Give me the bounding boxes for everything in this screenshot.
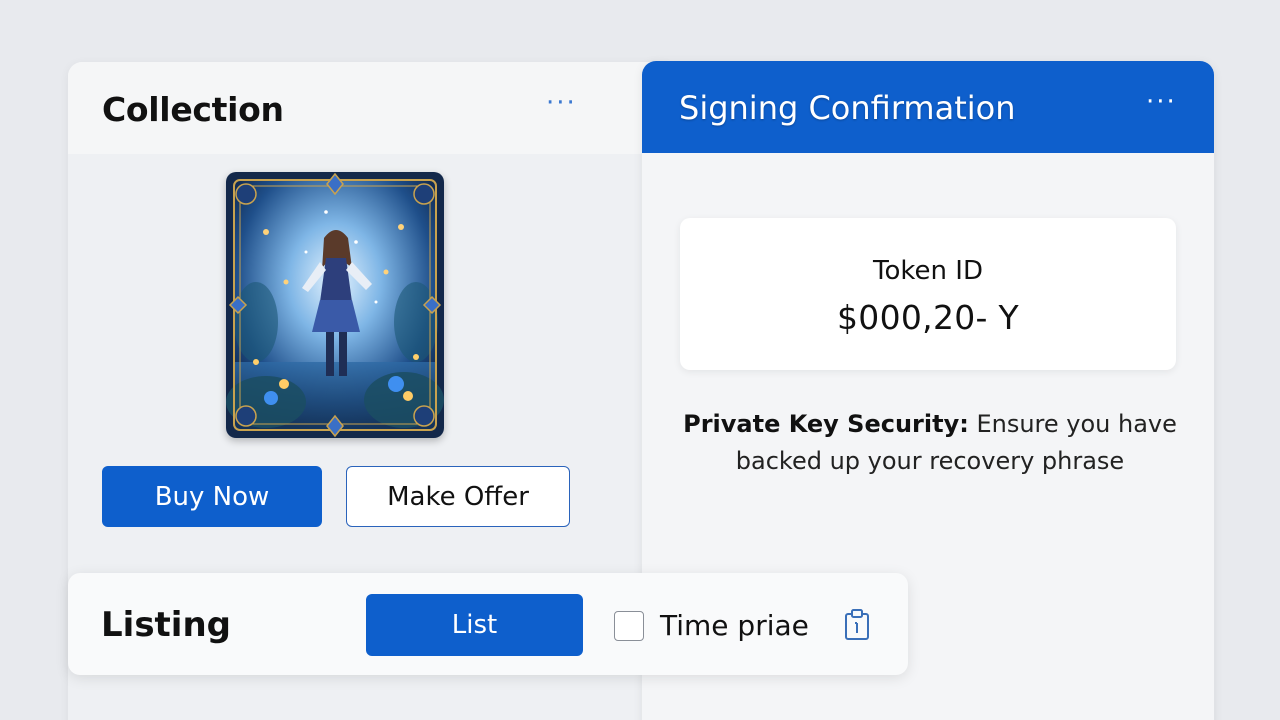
collection-header: Collection ··· <box>68 62 668 154</box>
security-note-title: Private Key Security: <box>683 410 969 438</box>
make-offer-button[interactable]: Make Offer <box>346 466 570 527</box>
signing-header: Signing Confirmation ··· <box>642 61 1214 153</box>
time-price-checkbox-label[interactable]: Time priae <box>660 609 809 642</box>
collection-title: Collection <box>102 90 284 129</box>
time-price-checkbox[interactable] <box>614 611 644 641</box>
security-note: Private Key Security: Ensure you have ba… <box>662 406 1198 480</box>
more-horizontal-icon[interactable]: ··· <box>546 90 577 116</box>
clipboard-icon[interactable] <box>844 609 870 641</box>
token-id-value: $000,20- Y <box>836 298 1020 337</box>
listing-title: Listing <box>101 605 232 645</box>
app-stage: Collection ··· Buy Now Make Offer Signin… <box>0 0 1280 720</box>
token-id-card: Token ID $000,20- Y <box>680 218 1176 370</box>
listing-bar: Listing List Time priae <box>68 573 908 675</box>
more-horizontal-icon[interactable]: ··· <box>1146 89 1177 115</box>
nft-image[interactable] <box>226 172 444 438</box>
buy-now-button[interactable]: Buy Now <box>102 466 322 527</box>
nft-artwork <box>226 172 444 438</box>
list-button[interactable]: List <box>366 594 583 656</box>
signing-title: Signing Confirmation <box>679 89 1016 127</box>
token-id-label: Token ID <box>873 256 983 286</box>
